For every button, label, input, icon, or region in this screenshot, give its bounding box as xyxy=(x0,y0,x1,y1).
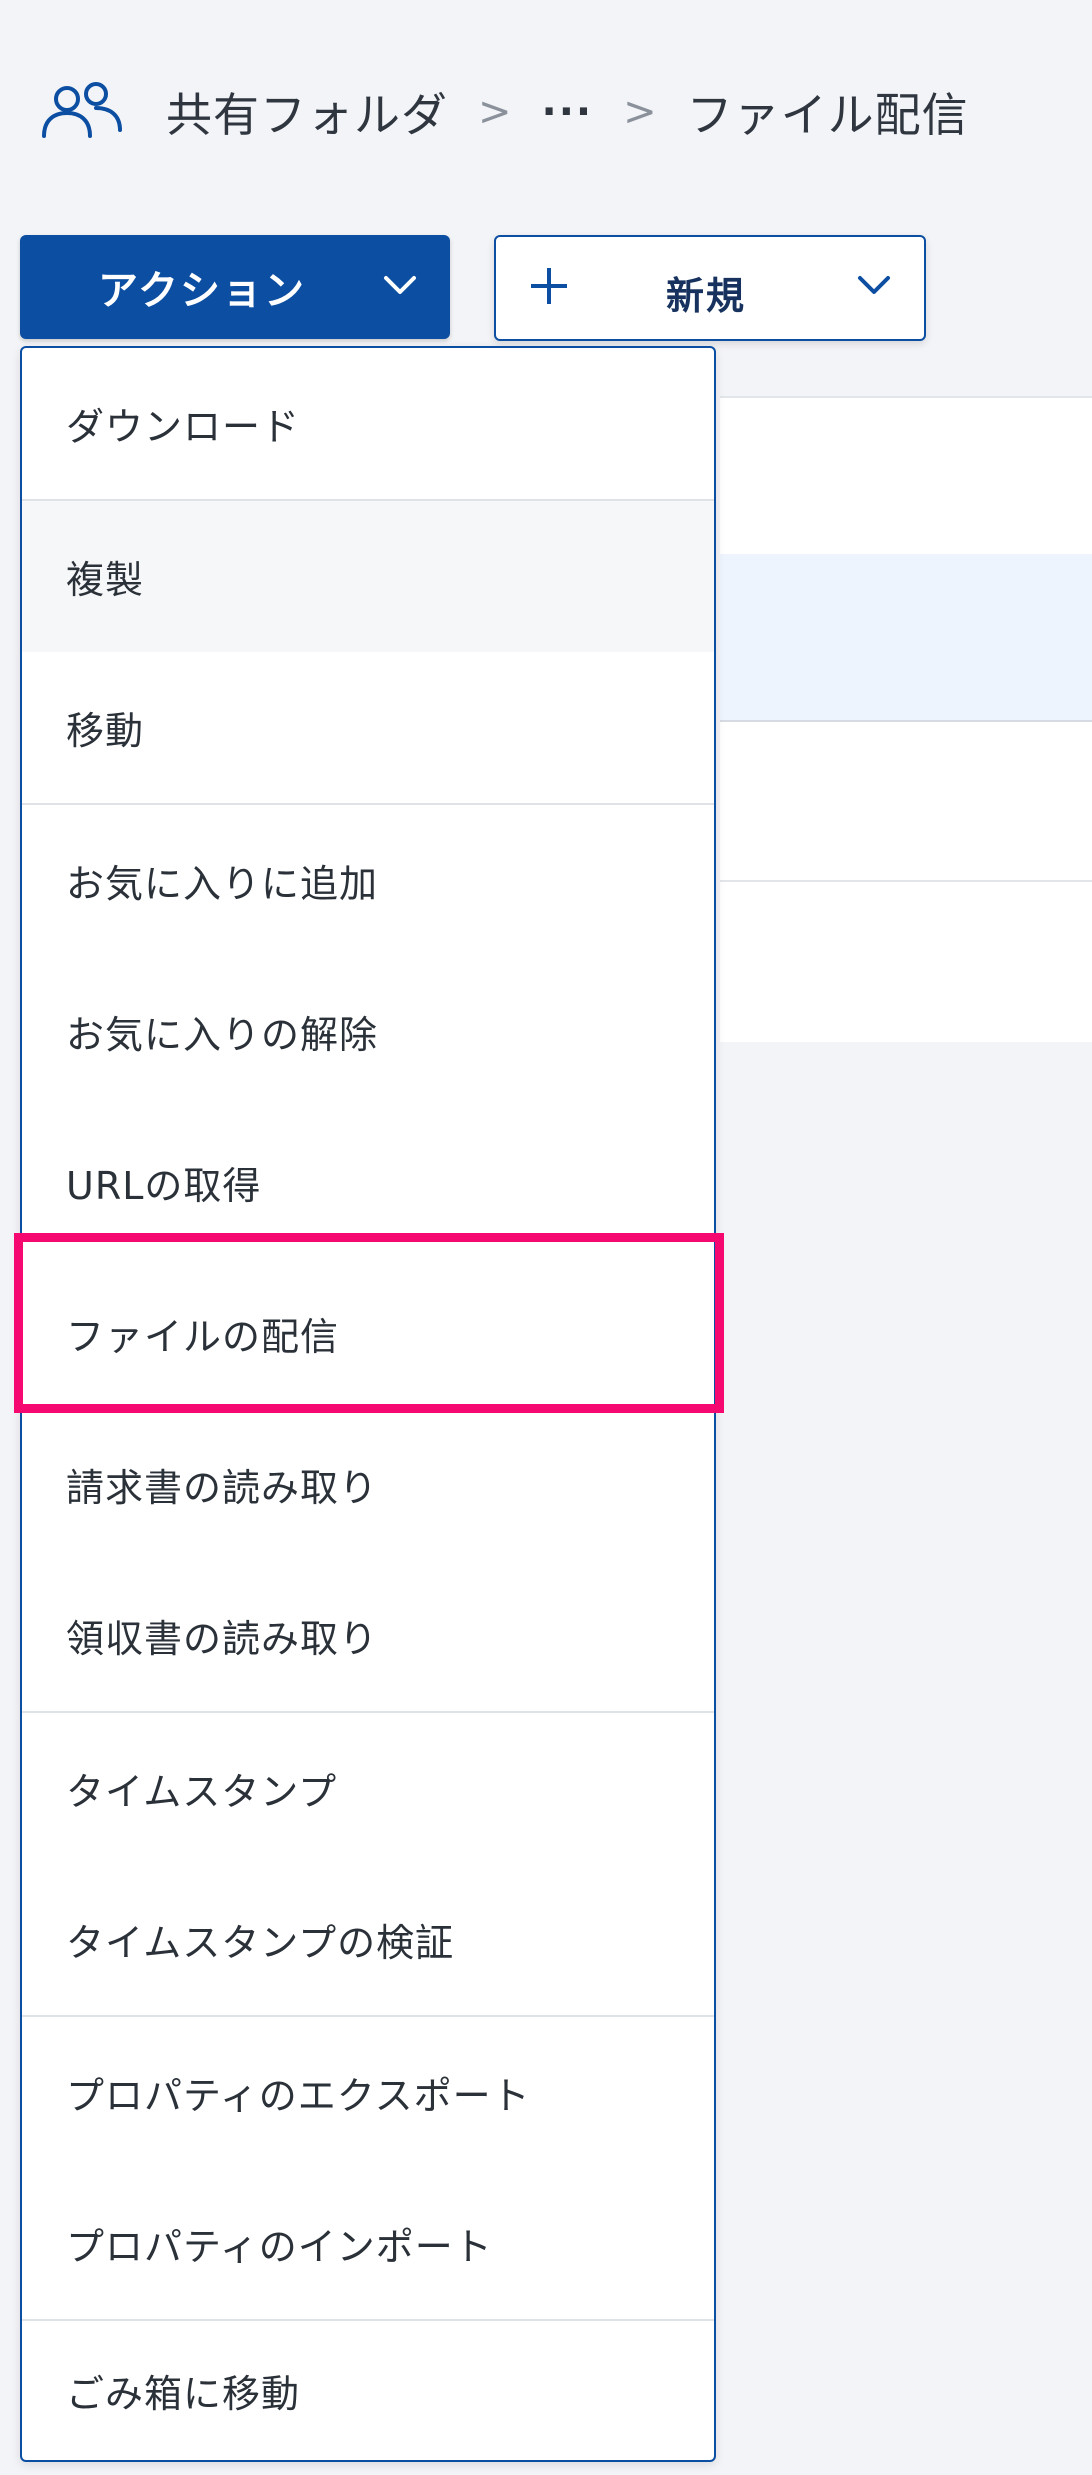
breadcrumb: 共有フォルダ > ··· > ファイル配信 xyxy=(40,72,969,152)
list-row[interactable] xyxy=(720,882,1092,1042)
plus-icon xyxy=(526,263,572,313)
menu-item-file-distribution[interactable]: ファイルの配信 xyxy=(22,1258,714,1409)
list-row[interactable] xyxy=(720,396,1092,556)
menu-item-import-properties[interactable]: プロパティのインポート xyxy=(22,2168,714,2319)
menu-item-verify-timestamp[interactable]: タイムスタンプの検証 xyxy=(22,1864,714,2015)
breadcrumb-separator: > xyxy=(478,89,512,135)
breadcrumb-ellipsis[interactable]: ··· xyxy=(542,89,594,135)
shared-users-icon xyxy=(40,82,126,142)
chevron-down-icon xyxy=(854,265,894,309)
breadcrumb-current: ファイル配信 xyxy=(686,88,969,142)
menu-item-remove-favorite[interactable]: お気に入りの解除 xyxy=(22,956,714,1107)
menu-item-move-to-trash[interactable]: ごみ箱に移動 xyxy=(22,2321,714,2460)
menu-item-move[interactable]: 移動 xyxy=(22,652,714,803)
menu-item-read-invoice[interactable]: 請求書の読み取り xyxy=(22,1409,714,1560)
menu-item-add-favorite[interactable]: お気に入りに追加 xyxy=(22,805,714,956)
action-dropdown-menu: ダウンロード 複製 移動 お気に入りに追加 お気に入りの解除 URLの取得 ファ… xyxy=(20,346,716,2462)
action-button-label: アクション xyxy=(98,268,306,314)
chevron-down-icon xyxy=(380,265,420,309)
list-row[interactable] xyxy=(720,722,1092,882)
new-button-label: 新規 xyxy=(666,274,747,318)
list-row-selected[interactable] xyxy=(720,554,1092,722)
menu-item-read-receipt[interactable]: 領収書の読み取り xyxy=(22,1560,714,1711)
new-button[interactable]: 新規 xyxy=(494,235,926,341)
menu-item-get-url[interactable]: URLの取得 xyxy=(22,1107,714,1258)
menu-item-timestamp[interactable]: タイムスタンプ xyxy=(22,1713,714,1864)
breadcrumb-root-link[interactable]: 共有フォルダ xyxy=(166,79,448,145)
menu-item-duplicate[interactable]: 複製 xyxy=(22,501,714,652)
breadcrumb-separator: > xyxy=(623,89,657,135)
menu-item-export-properties[interactable]: プロパティのエクスポート xyxy=(22,2017,714,2168)
menu-item-download[interactable]: ダウンロード xyxy=(22,348,714,499)
action-button[interactable]: アクション xyxy=(20,235,450,339)
